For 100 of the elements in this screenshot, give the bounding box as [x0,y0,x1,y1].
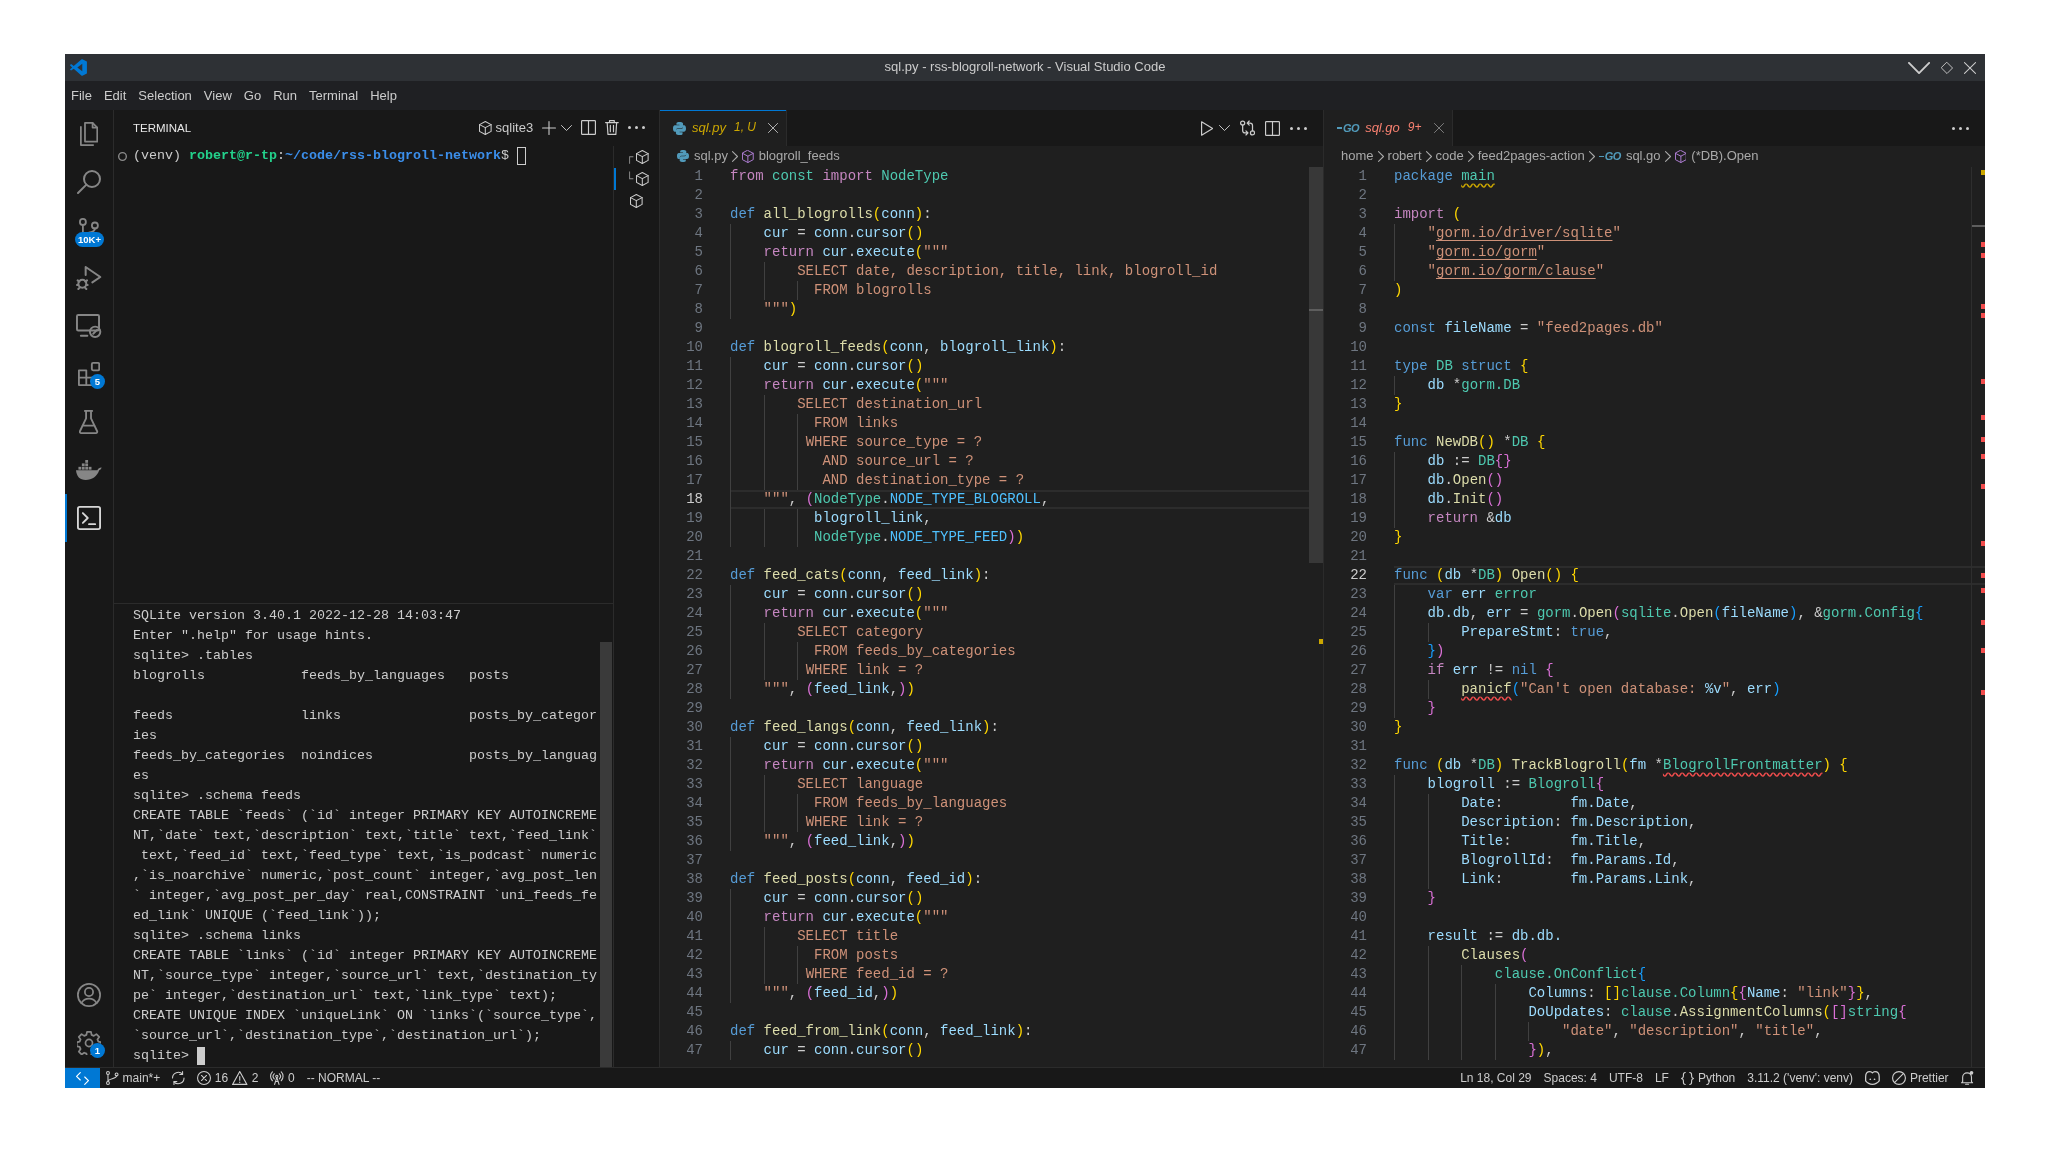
trash-icon[interactable] [605,120,619,136]
line-number: 29 [1350,699,1367,718]
error-marker [1981,304,1985,309]
line-number: 11 [1350,357,1367,376]
menu-item[interactable]: Help [364,86,403,105]
breadcrumb-item[interactable]: blogroll_feeds [742,148,840,165]
status-text[interactable]: 3.11.2 ('venv': venv) [1741,1068,1860,1088]
line-number: 23 [1350,585,1367,604]
diamond-icon[interactable] [1941,61,1953,74]
menu-item[interactable]: Run [267,86,303,105]
circle-icon [118,151,127,161]
error-icon [196,1071,211,1085]
breadcrumb-item[interactable]: robert [1387,148,1422,165]
editor-tab[interactable]: GO sql.go 9+ [1324,110,1453,146]
menu-item[interactable]: Edit [97,86,133,105]
breadcrumb-item[interactable]: sql.py [677,148,728,165]
activity-bar-button[interactable]: 5 [65,350,113,398]
error-marker [1981,253,1985,258]
split-editor-icon[interactable] [1265,120,1280,136]
panel-title[interactable]: TERMINAL [133,120,192,136]
line-number: 39 [686,889,703,908]
menu-item[interactable]: View [197,86,238,105]
code-line: PrepareStmt: true, [1461,623,1613,642]
status-text[interactable]: Spaces: 4 [1537,1068,1603,1088]
close-icon[interactable] [1964,61,1976,74]
code-line: Description: fm.Description, [1461,813,1697,832]
breadcrumb-item[interactable]: code [1435,148,1464,165]
code-line: return cur.execute(""" [763,756,949,775]
editor-tab[interactable]: sql.py 1, U [660,110,787,146]
robot-face-icon[interactable] [1865,1071,1880,1085]
terminal-line: sqlite> .schema links [133,927,301,945]
line-number: 33 [686,775,703,794]
line-number: 27 [686,661,703,680]
scrollbar-thumb[interactable] [600,642,612,1067]
terminal-selector[interactable]: sqlite3 [478,119,534,137]
code-line: FROM feeds_by_languages [814,794,1008,813]
plus-icon[interactable] [542,121,557,135]
extensions-icon [77,362,101,386]
bell-icon[interactable] [1960,1071,1974,1085]
sync-icon[interactable] [172,1071,185,1085]
problems-status[interactable]: 16 2 [190,1068,265,1088]
remote-button[interactable] [65,1068,100,1088]
chevron-down-icon[interactable] [561,125,573,131]
line-number: 28 [686,680,703,699]
menu-item[interactable]: File [65,86,98,105]
formatter-status[interactable]: Prettier [1885,1068,1955,1088]
code-line: cur = conn.cursor() [763,357,924,376]
line-number: 35 [686,813,703,832]
code-line: NodeType.NODE_TYPE_FEED)) [814,528,1025,547]
scrollbar-thumb[interactable] [1309,167,1323,563]
line-number: 18 [1350,490,1367,509]
chevron-right-icon [1467,151,1474,162]
line-number: 34 [686,794,703,813]
breadcrumb-item[interactable]: feed2pages-action [1477,148,1585,165]
terminal-line: pe` integer,`destination_url` text,`link_type` text); [133,987,557,1005]
compare-icon[interactable] [1239,120,1255,136]
code-line: cur = conn.cursor() [763,1041,924,1060]
terminal-line: ,`is_noarchive` numeric,`post_count` integer,`avg_post_len [133,867,597,885]
run-icon[interactable] [1200,120,1213,136]
menu-item[interactable]: Selection [132,86,198,105]
code-line: cur = conn.cursor() [763,889,924,908]
status-text[interactable]: -- NORMAL -- [300,1068,387,1088]
code-line: } [1427,699,1436,718]
breadcrumb-item[interactable]: (*DB).Open [1674,148,1759,165]
code-line: db *gorm.DB [1427,376,1521,395]
flask-icon [79,410,99,434]
line-number: 7 [694,281,703,300]
activity-bar-button[interactable]: 10K+ [65,206,113,254]
breadcrumb-item[interactable]: GO sql.go [1598,148,1661,165]
close-icon[interactable] [1433,123,1444,133]
terminal-tab[interactable]: ┌ [614,146,659,168]
menu-item[interactable]: Terminal [303,86,365,105]
chevron-down-icon[interactable] [1218,125,1230,131]
status-text[interactable]: LF [1648,1068,1675,1088]
split-panel-icon[interactable] [581,120,597,136]
branch-status[interactable]: main*+ [100,1068,167,1088]
code-line: Columns: []clause.Column{{Name: "link"}}, [1528,984,1873,1003]
terminal-line: feeds_by_categories noindices posts_by_languag [133,747,597,765]
terminal-line: NT,`date` text,`description` text,`title` text,`feed_link` [133,827,597,845]
code-line: return &db [1427,509,1512,528]
breadcrumb-item[interactable]: home [1341,148,1374,165]
code-line: blogroll := Blogroll{ [1427,775,1605,794]
ports-status[interactable]: 0 [264,1068,301,1088]
code-line: Link: fm.Params.Link, [1461,870,1697,889]
line-number: 41 [1350,927,1367,946]
close-icon[interactable] [768,123,778,133]
ellipsis-icon[interactable] [628,126,645,130]
ellipsis-icon[interactable] [1290,126,1307,130]
line-number: 25 [1350,623,1367,642]
code-line: blogroll_link, [814,509,932,528]
menu-item[interactable]: Go [237,86,268,105]
chevron-down-icon[interactable] [1907,61,1930,74]
line-number: 10 [1350,338,1367,357]
status-text[interactable]: Ln 18, Col 29 [1454,1068,1538,1088]
line-number: 6 [694,262,703,281]
activity-bar-button[interactable]: 1 [65,1019,113,1067]
status-text[interactable]: UTF-8 [1602,1068,1649,1088]
ellipsis-icon[interactable] [1952,126,1969,130]
terminal-tab[interactable]: └ [614,168,659,190]
language-status[interactable]: Python [1674,1068,1742,1088]
